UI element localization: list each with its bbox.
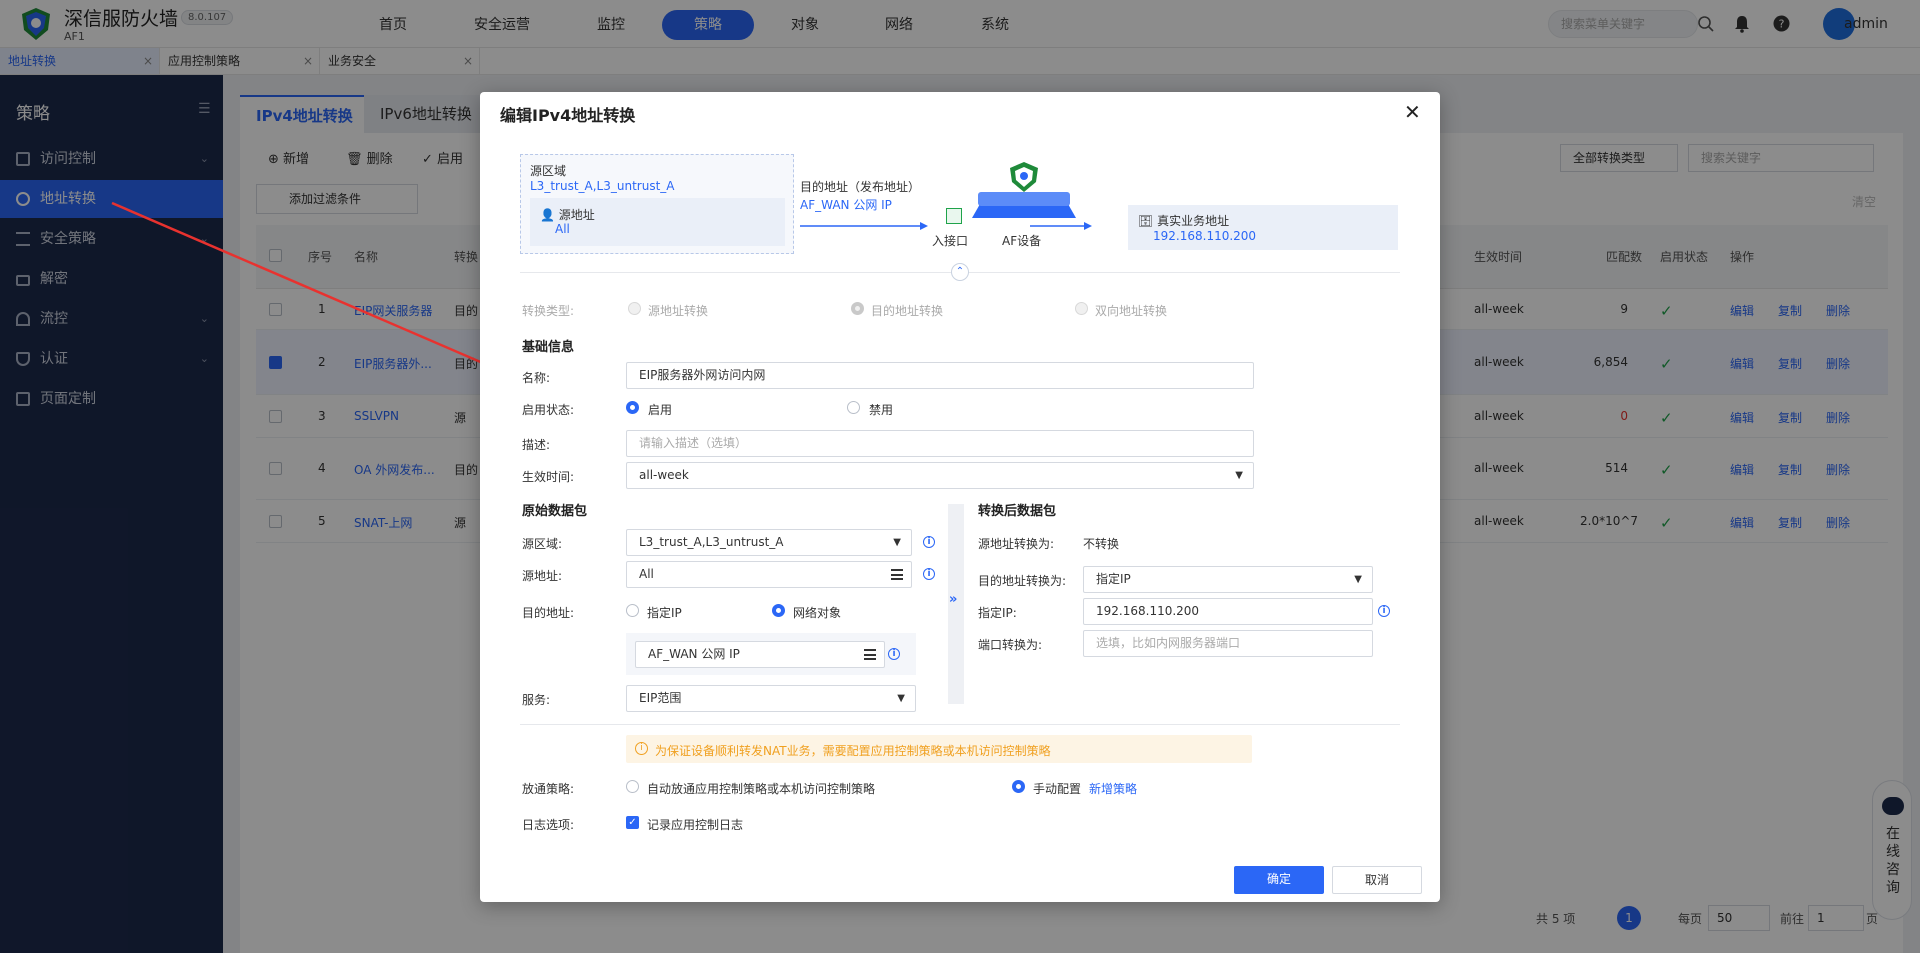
service-select[interactable]: EIP范围 ▼ [626, 685, 916, 712]
src-addr-label: 源地址: [522, 569, 563, 583]
type-label: 转换类型: [522, 304, 575, 318]
src-addr-value: All [639, 567, 654, 581]
diagram-src-addr-text: 源地址 [558, 208, 595, 222]
dst-ip-label: 指定IP [647, 606, 682, 620]
firewall-device-icon [972, 162, 1076, 218]
diagram-dst-label: 目的地址（发布地址） [800, 180, 921, 194]
caret-down-icon: ▼ [893, 537, 901, 548]
close-icon[interactable]: ✕ [1404, 100, 1421, 124]
policy-manual-label: 手动配置 [1033, 782, 1082, 796]
dst-addr-label: 目的地址: [522, 606, 575, 620]
port-trans-field[interactable]: 选填，比如内网服务器端口 [1083, 630, 1373, 657]
type-dest-label: 目的地址转换 [871, 304, 944, 318]
double-right-icon: » [949, 592, 958, 607]
dst-ip-radio[interactable] [626, 604, 639, 617]
service-value: EIP范围 [639, 691, 682, 705]
diagram-src-addr-value: All [555, 222, 570, 236]
cancel-button[interactable]: 取消 [1332, 866, 1422, 894]
user-icon: 👤 [540, 208, 555, 222]
type-dest-radio[interactable] [851, 302, 864, 315]
collapse-up-icon[interactable]: ⌃ [951, 263, 969, 281]
info-icon[interactable]: i [1378, 605, 1390, 617]
port-trans-label: 端口转换为: [978, 638, 1043, 652]
dst-object-label: 网络对象 [793, 606, 842, 620]
src-trans-value: 不转换 [1083, 537, 1120, 551]
dst-trans-label: 目的地址转换为: [978, 574, 1067, 588]
spec-ip-field[interactable]: 192.168.110.200 [1083, 598, 1373, 625]
src-zone-select[interactable]: L3_trust_A,L3_untrust_A ▼ [626, 529, 912, 556]
src-addr-field[interactable]: All [626, 561, 912, 588]
diagram-in-if: 入接口 [932, 234, 969, 248]
status-enable-label: 启用 [648, 403, 673, 417]
info-icon[interactable]: i [888, 648, 900, 660]
effective-time-select[interactable]: all-week ▼ [626, 462, 1254, 489]
type-both-radio[interactable] [1075, 302, 1088, 315]
diagram-device: AF设备 [1002, 234, 1042, 248]
edit-nat-dialog: 编辑IPv4地址转换 ✕ 源区域 L3_trust_A,L3_untrust_A… [480, 92, 1440, 902]
divider [520, 724, 1400, 725]
diagram-real-label-text: 真实业务地址 [1157, 214, 1230, 228]
policy-auto-label: 自动放通应用控制策略或本机访问控制策略 [647, 782, 876, 796]
info-icon[interactable]: i [923, 568, 935, 580]
new-policy-link[interactable]: 新增策略 [1089, 780, 1137, 797]
type-both-label: 双向地址转换 [1095, 304, 1168, 318]
dst-object-radio[interactable] [772, 604, 785, 617]
log-checkbox-label: 记录应用控制日志 [647, 818, 744, 832]
diagram-src-zone-label: 源区域 [530, 164, 567, 178]
trans-packet-title: 转换后数据包 [978, 504, 1057, 519]
dst-object-value: AF_WAN 公网 IP [648, 647, 740, 661]
src-zone-value: L3_trust_A,L3_untrust_A [639, 535, 784, 549]
src-trans-label: 源地址转换为: [978, 537, 1055, 551]
policy-label: 放通策略: [522, 782, 575, 796]
status-disable-radio[interactable] [847, 401, 860, 414]
dst-trans-select[interactable]: 指定IP ▼ [1083, 566, 1373, 593]
interface-icon [946, 208, 962, 224]
warning-text: 为保证设备顺利转发NAT业务，需要配置应用控制策略或本机访问控制策略 [655, 744, 1051, 758]
database-icon: 🗄 [1138, 214, 1154, 228]
diagram-dst-value: AF_WAN 公网 IP [800, 198, 892, 212]
orig-packet-title: 原始数据包 [522, 504, 588, 519]
name-label: 名称: [522, 371, 551, 385]
diagram-src-addr-label: 👤 源地址 [540, 206, 595, 223]
time-label: 生效时间: [522, 470, 575, 484]
list-icon[interactable] [864, 649, 876, 660]
src-zone-label: 源区域: [522, 537, 563, 551]
diagram-real-value: 192.168.110.200 [1153, 229, 1257, 243]
confirm-button[interactable]: 确定 [1234, 866, 1324, 894]
dst-trans-value: 指定IP [1096, 572, 1131, 586]
log-label: 日志选项: [522, 818, 575, 832]
desc-label: 描述: [522, 438, 551, 452]
effective-time-value: all-week [639, 468, 689, 482]
name-field[interactable]: EIP服务器外网访问内网 [626, 362, 1254, 389]
status-label: 启用状态: [522, 403, 575, 417]
type-source-label: 源地址转换 [648, 304, 709, 318]
description-field[interactable]: 请输入描述（选填） [626, 430, 1254, 457]
dialog-title: 编辑IPv4地址转换 [500, 106, 636, 125]
status-enable-radio[interactable] [626, 401, 639, 414]
policy-auto-radio[interactable] [626, 780, 639, 793]
list-icon[interactable] [891, 569, 903, 580]
spec-ip-label: 指定IP: [978, 606, 1017, 620]
caret-down-icon: ▼ [1235, 470, 1243, 481]
log-checkbox[interactable]: ✓ [626, 816, 639, 829]
type-source-radio[interactable] [628, 302, 641, 315]
basic-info-title: 基础信息 [522, 340, 575, 355]
status-disable-label: 禁用 [869, 403, 894, 417]
policy-manual-radio[interactable] [1012, 780, 1025, 793]
diagram-real-label: 🗄 真实业务地址 [1138, 212, 1229, 229]
info-icon[interactable]: i [923, 536, 935, 548]
service-label: 服务: [522, 693, 551, 707]
caret-down-icon: ▼ [1354, 574, 1362, 585]
warning-icon: i [635, 742, 648, 755]
diagram-src-zone-value: L3_trust_A,L3_untrust_A [530, 179, 675, 193]
caret-down-icon: ▼ [897, 693, 905, 704]
dst-object-field[interactable]: AF_WAN 公网 IP [635, 641, 885, 668]
